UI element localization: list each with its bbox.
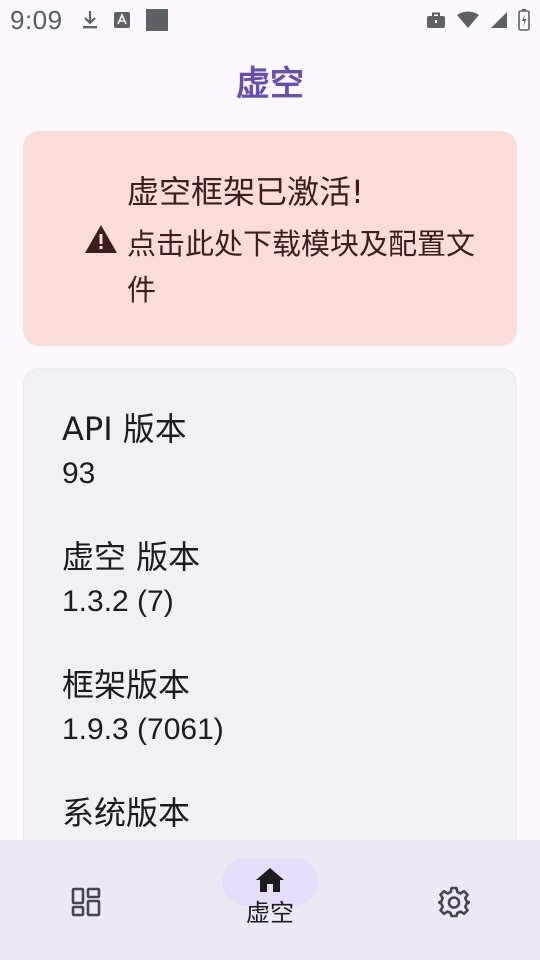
info-label: 虚空 版本 [62, 538, 201, 576]
signal-icon [490, 11, 508, 29]
home-icon [255, 867, 285, 897]
status-time: 9:09 [10, 4, 63, 35]
nav-item-modules[interactable] [46, 840, 126, 960]
info-label: API 版本 [62, 410, 187, 448]
nav-item-home[interactable]: 虚空 [222, 840, 318, 960]
gear-icon [434, 882, 474, 922]
page-title: 虚空 [236, 64, 304, 104]
status-left-icons [81, 8, 169, 32]
info-item-framework-version: 框架版本 1.9.3 (7061) [62, 665, 224, 749]
status-right-icons [426, 9, 530, 31]
square-notification-icon [145, 8, 169, 32]
bottom-navigation: 虚空 [0, 840, 540, 960]
nav-item-settings[interactable] [414, 840, 494, 960]
info-item-api-version: API 版本 93 [62, 409, 187, 493]
warning-icon [83, 223, 119, 255]
status-bar: 9:09 [0, 0, 540, 40]
info-value: 1.9.3 (7061) [62, 713, 224, 746]
warning-text: 虚空框架已激活! 点击此处下载模块及配置文件 [127, 169, 487, 313]
work-profile-icon [426, 11, 446, 29]
screen: 9:09 虚空 虚空框架已激活! 点击此处下载模块及配置文件 API 版本 93… [0, 0, 540, 960]
battery-icon [518, 9, 530, 31]
warning-title: 虚空框架已激活! [127, 173, 364, 211]
warning-subtitle: 点击此处下载模块及配置文件 [127, 227, 476, 307]
info-value: 93 [62, 457, 96, 490]
modules-grid-icon [66, 882, 106, 922]
framework-activated-card[interactable]: 虚空框架已激活! 点击此处下载模块及配置文件 [23, 131, 517, 346]
info-label: 框架版本 [62, 666, 191, 704]
wifi-icon [456, 11, 480, 29]
font-notification-icon [113, 11, 131, 29]
info-item-app-version: 虚空 版本 1.3.2 (7) [62, 537, 200, 621]
info-item-system-version: 系统版本 [62, 793, 190, 839]
nav-label-home: 虚空 [246, 899, 294, 927]
download-icon [81, 10, 99, 30]
info-value: 1.3.2 (7) [62, 585, 174, 618]
info-label: 系统版本 [62, 794, 191, 832]
